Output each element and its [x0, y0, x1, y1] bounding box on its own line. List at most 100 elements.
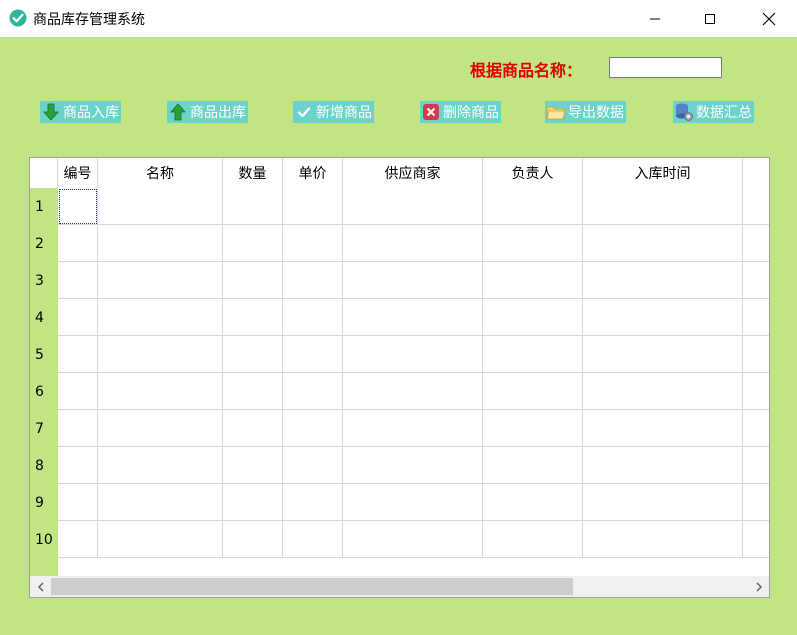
row-number[interactable]: 6 — [30, 373, 58, 410]
grid-cell[interactable] — [483, 225, 583, 262]
column-header-name[interactable]: 名称 — [98, 158, 223, 188]
grid-cell[interactable] — [58, 484, 98, 521]
grid-cell[interactable] — [583, 447, 743, 484]
grid-cell[interactable] — [743, 188, 769, 225]
grid-cell[interactable] — [223, 262, 283, 299]
data-summary-button[interactable]: 数据汇总 — [673, 101, 754, 123]
table-row[interactable]: 7 — [30, 410, 769, 447]
stock-in-button[interactable]: 商品入库 — [40, 101, 121, 123]
grid-cell[interactable] — [98, 336, 223, 373]
grid-cell[interactable] — [283, 262, 343, 299]
row-number[interactable]: 7 — [30, 410, 58, 447]
row-number[interactable]: 8 — [30, 447, 58, 484]
close-button[interactable] — [746, 0, 792, 37]
grid-cell[interactable] — [98, 299, 223, 336]
table-row[interactable]: 8 — [30, 447, 769, 484]
grid-cell[interactable] — [743, 521, 769, 558]
grid-cell[interactable] — [283, 447, 343, 484]
scroll-left-button[interactable] — [30, 576, 51, 597]
grid-cell[interactable] — [283, 410, 343, 447]
grid-cell[interactable] — [743, 484, 769, 521]
grid-cell[interactable] — [283, 336, 343, 373]
grid-cell[interactable] — [343, 225, 483, 262]
table-row[interactable]: 4 — [30, 299, 769, 336]
grid-cell[interactable] — [483, 484, 583, 521]
grid-cell[interactable] — [743, 447, 769, 484]
grid-cell[interactable] — [223, 225, 283, 262]
grid-cell[interactable] — [58, 521, 98, 558]
grid-cell[interactable] — [583, 262, 743, 299]
grid-cell[interactable] — [283, 484, 343, 521]
grid-cell[interactable] — [483, 188, 583, 225]
table-row[interactable]: 10 — [30, 521, 769, 558]
row-number[interactable]: 9 — [30, 484, 58, 521]
table-row[interactable]: 2 — [30, 225, 769, 262]
grid-cell[interactable] — [743, 336, 769, 373]
grid-cell[interactable] — [98, 225, 223, 262]
grid-cell[interactable] — [583, 410, 743, 447]
grid-cell[interactable] — [223, 484, 283, 521]
grid-cell[interactable] — [343, 410, 483, 447]
grid-cell[interactable] — [98, 521, 223, 558]
column-header-extra[interactable] — [743, 158, 769, 188]
grid-cell[interactable] — [483, 336, 583, 373]
minimize-button[interactable] — [632, 0, 678, 37]
grid-cell[interactable] — [223, 299, 283, 336]
grid-cell[interactable] — [483, 262, 583, 299]
maximize-button[interactable] — [687, 0, 733, 37]
row-number[interactable]: 2 — [30, 225, 58, 262]
delete-product-button[interactable]: 删除商品 — [420, 101, 501, 123]
grid-cell[interactable] — [223, 410, 283, 447]
column-header-manager[interactable]: 负责人 — [483, 158, 583, 188]
grid-cell[interactable] — [283, 299, 343, 336]
grid-cell[interactable] — [223, 188, 283, 225]
product-grid[interactable]: 编号 名称 数量 单价 供应商家 负责人 入库时间 1 2 3 4 5 6 7 8 9 10 — [29, 157, 770, 598]
grid-cell[interactable] — [58, 447, 98, 484]
grid-cell[interactable] — [483, 299, 583, 336]
export-data-button[interactable]: 导出数据 — [545, 101, 626, 123]
column-header-price[interactable]: 单价 — [283, 158, 343, 188]
grid-cell[interactable] — [583, 521, 743, 558]
row-number[interactable]: 3 — [30, 262, 58, 299]
grid-cell[interactable] — [223, 373, 283, 410]
column-header-supplier[interactable]: 供应商家 — [343, 158, 483, 188]
grid-cell[interactable] — [98, 410, 223, 447]
grid-cell[interactable] — [343, 373, 483, 410]
grid-cell[interactable] — [58, 262, 98, 299]
grid-cell[interactable] — [483, 521, 583, 558]
grid-cell[interactable] — [283, 521, 343, 558]
grid-cell[interactable] — [743, 225, 769, 262]
grid-cell[interactable] — [483, 373, 583, 410]
grid-cell[interactable] — [343, 299, 483, 336]
column-header-id[interactable]: 编号 — [58, 158, 98, 188]
grid-cell[interactable] — [343, 447, 483, 484]
grid-cell[interactable] — [58, 410, 98, 447]
grid-cell[interactable] — [98, 373, 223, 410]
row-number[interactable]: 5 — [30, 336, 58, 373]
grid-cell[interactable] — [223, 336, 283, 373]
grid-cell[interactable] — [98, 484, 223, 521]
search-input[interactable] — [609, 57, 722, 78]
grid-cell[interactable] — [98, 262, 223, 299]
grid-cell[interactable] — [743, 410, 769, 447]
grid-cell[interactable] — [583, 225, 743, 262]
grid-cell[interactable] — [743, 262, 769, 299]
grid-cell[interactable] — [343, 336, 483, 373]
row-number[interactable]: 1 — [30, 188, 58, 225]
grid-cell[interactable] — [343, 484, 483, 521]
grid-cell[interactable] — [223, 447, 283, 484]
grid-cell[interactable] — [343, 262, 483, 299]
grid-cell[interactable] — [223, 521, 283, 558]
add-product-button[interactable]: 新增商品 — [293, 101, 374, 123]
stock-out-button[interactable]: 商品出库 — [167, 101, 248, 123]
grid-cell[interactable] — [583, 484, 743, 521]
grid-cell[interactable] — [58, 299, 98, 336]
grid-cell[interactable] — [283, 373, 343, 410]
grid-cell[interactable] — [58, 188, 98, 225]
table-row[interactable]: 1 — [30, 188, 769, 225]
grid-cell[interactable] — [743, 373, 769, 410]
scrollbar-thumb[interactable] — [51, 578, 573, 595]
table-row[interactable]: 3 — [30, 262, 769, 299]
grid-cell[interactable] — [58, 225, 98, 262]
grid-cell[interactable] — [283, 188, 343, 225]
